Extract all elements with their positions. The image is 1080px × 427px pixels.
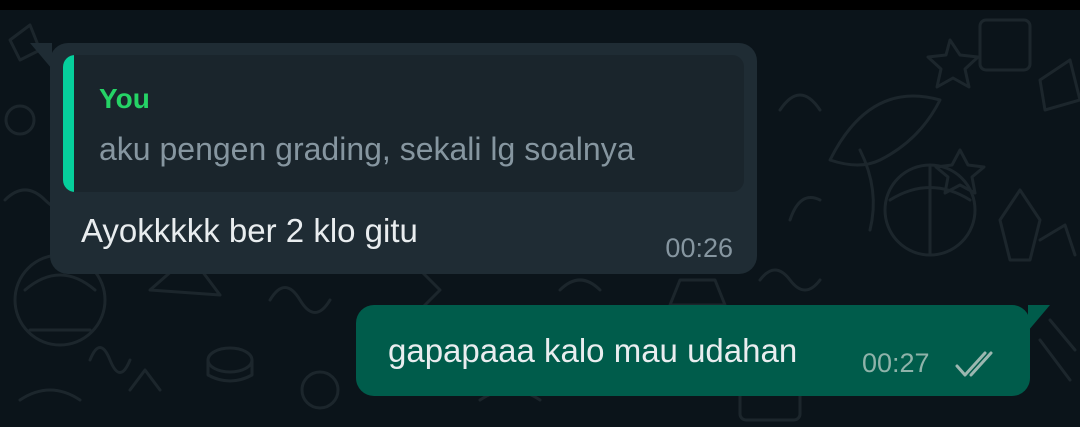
incoming-message-time: 00:26 bbox=[665, 233, 733, 263]
incoming-message-bubble[interactable]: You aku pengen grading, sekali lg soalny… bbox=[30, 43, 757, 274]
quote-accent-bar bbox=[63, 55, 74, 192]
incoming-message-text: Ayokkkkk ber 2 klo gitu bbox=[81, 212, 418, 249]
quote-text: aku pengen grading, sekali lg soalnya bbox=[99, 131, 635, 167]
outgoing-message-time: 00:27 bbox=[862, 348, 930, 378]
outgoing-message-text: gapapaaa kalo mau udahan bbox=[388, 332, 798, 369]
double-check-icon bbox=[955, 351, 993, 377]
outgoing-message-bubble[interactable]: gapapaaa kalo mau udahan 00:27 bbox=[356, 305, 1050, 396]
quoted-message[interactable]: You aku pengen grading, sekali lg soalny… bbox=[63, 55, 744, 192]
quote-author: You bbox=[99, 83, 150, 114]
